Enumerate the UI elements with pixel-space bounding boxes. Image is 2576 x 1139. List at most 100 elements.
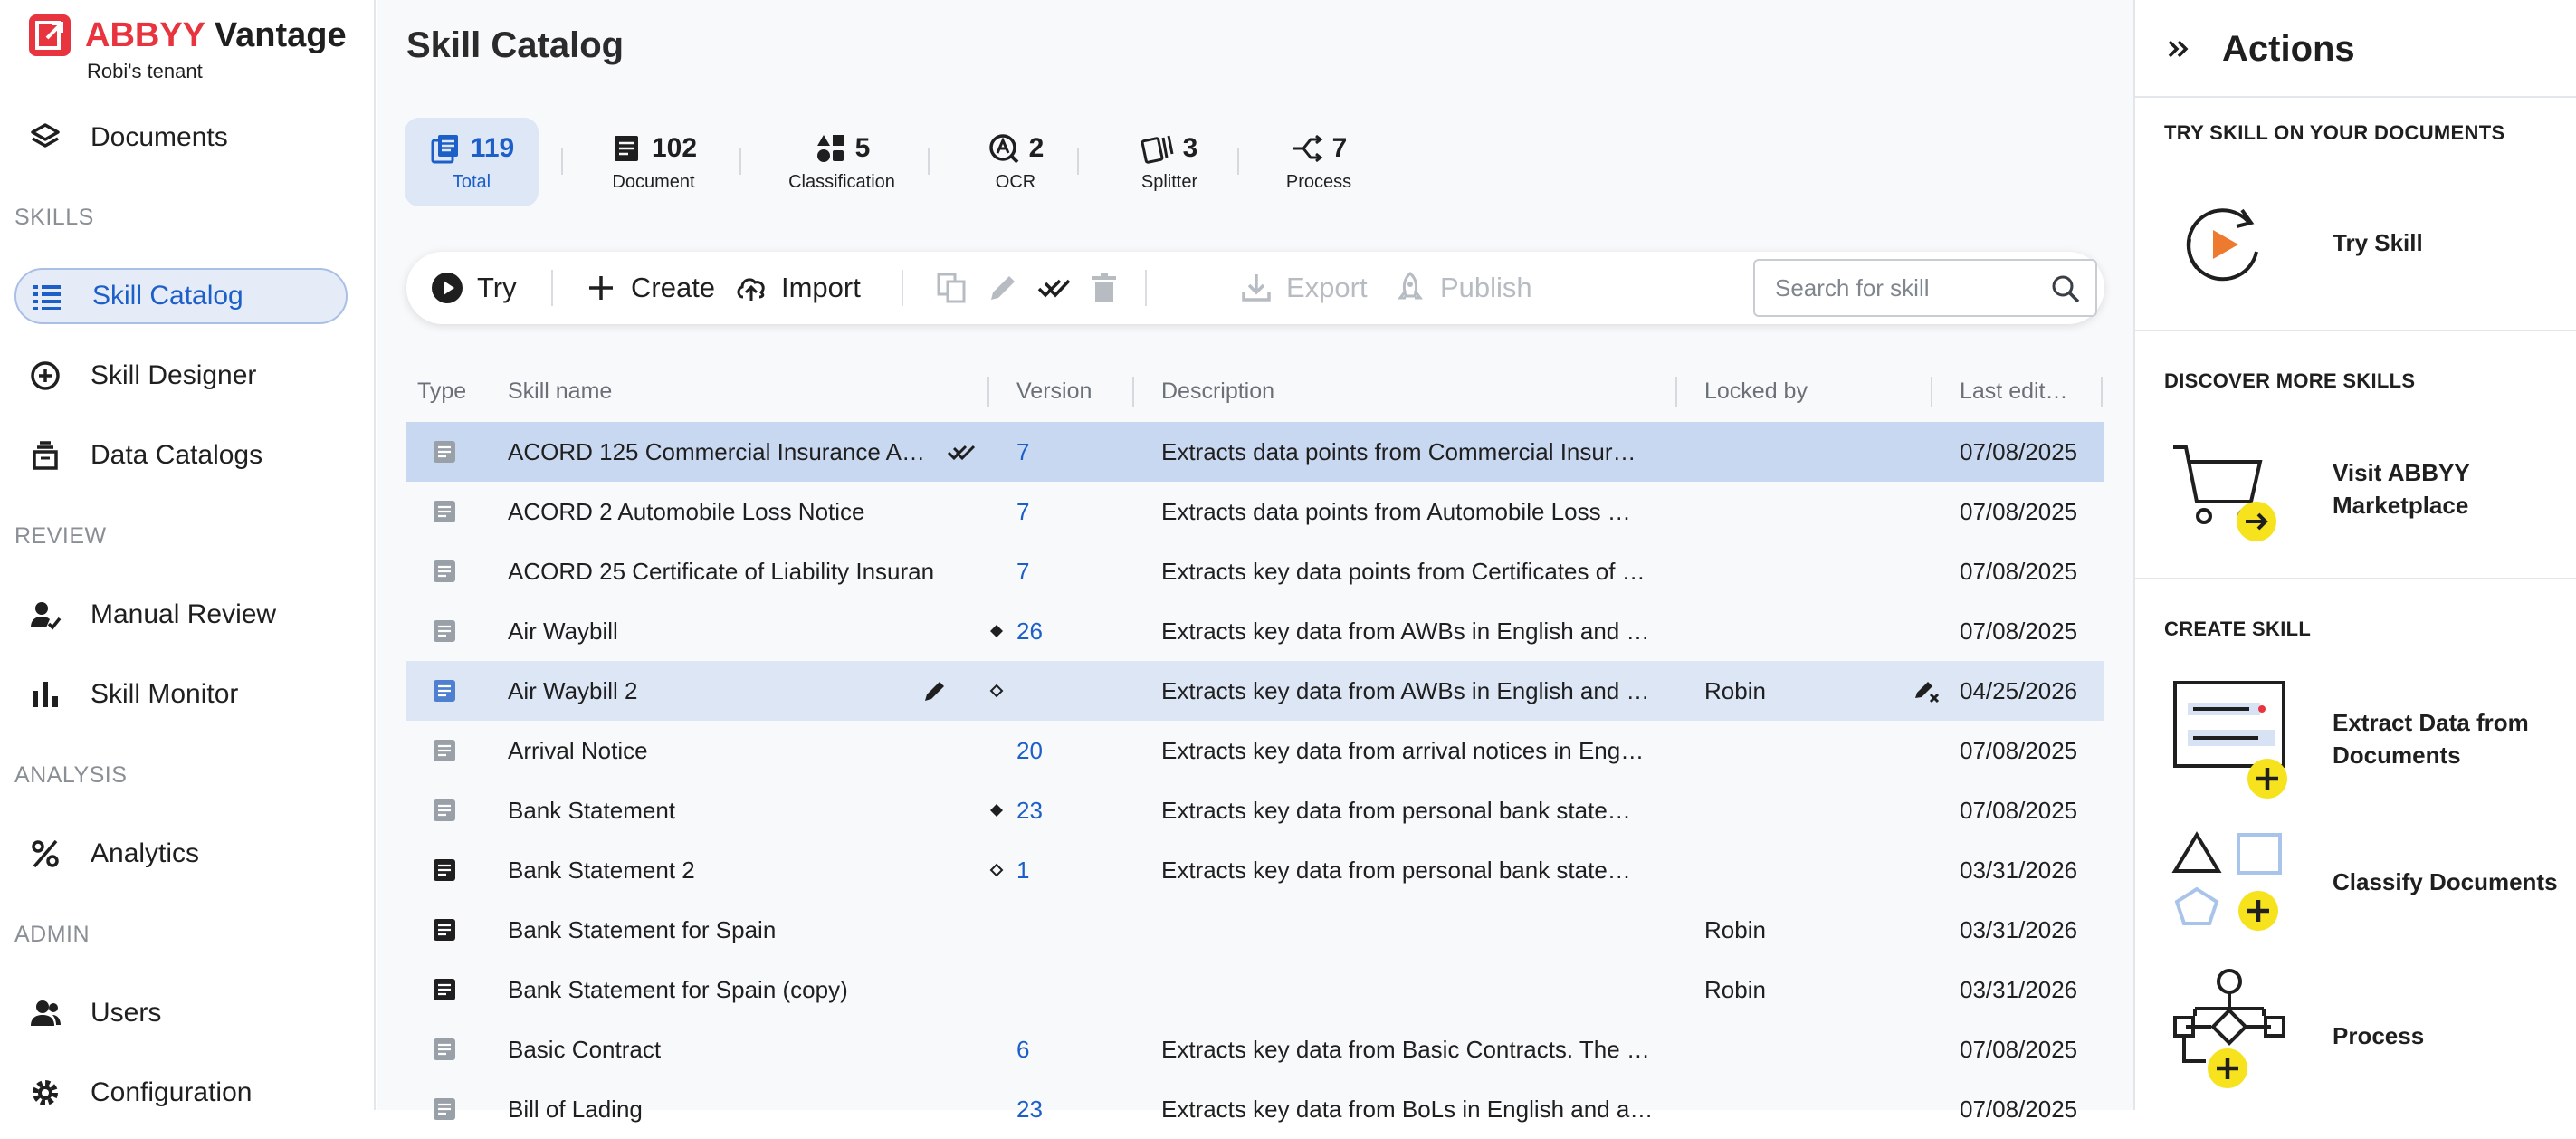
process-action[interactable]: Process: [2135, 963, 2576, 1099]
col-type[interactable]: Type: [417, 378, 466, 405]
version-cell[interactable]: 7: [1016, 498, 1107, 526]
table-row[interactable]: ACORD 125 Commercial Insurance A… 7 Extrac…: [406, 422, 2104, 482]
version-cell[interactable]: 7: [1016, 558, 1107, 586]
table-row[interactable]: Air Waybill 26 Extracts key data from AWBs…: [406, 601, 2104, 661]
stat-count: 3: [1182, 132, 1198, 163]
sidebar-item-manual-review[interactable]: Manual Review: [14, 587, 348, 643]
brand[interactable]: ABBYY Vantage: [27, 13, 347, 58]
col-resize-handle[interactable]: [2101, 377, 2103, 407]
col-description[interactable]: Description: [1161, 378, 1274, 405]
section-label-analysis: ANALYSIS: [14, 762, 128, 788]
tenant-name[interactable]: Robi's tenant: [87, 60, 203, 83]
sidebar-item-configuration[interactable]: Configuration: [14, 1065, 348, 1121]
skill-name-cell[interactable]: Bank Statement 2: [508, 857, 933, 885]
table-row[interactable]: Bank Statement for Spain (copy) Robin 03/3…: [406, 960, 2104, 1019]
stat-label: Splitter: [1140, 171, 1198, 192]
skill-name-cell[interactable]: Air Waybill: [508, 617, 933, 646]
skill-name-cell[interactable]: ACORD 2 Automobile Loss Notice: [508, 498, 933, 526]
table-row[interactable]: Basic Contract 6 Extracts key data from Ba…: [406, 1019, 2104, 1079]
classify-documents-label: Classify Documents: [2333, 868, 2558, 895]
extract-data-label: Extract Data from Documents: [2333, 706, 2529, 771]
try-skill-action[interactable]: Try Skill: [2135, 181, 2576, 308]
skill-name-cell[interactable]: Bank Statement for Spain: [508, 916, 933, 944]
visit-marketplace-action[interactable]: Visit ABBYY Marketplace: [2135, 426, 2576, 561]
percent-icon: [27, 836, 63, 872]
published-diamond-icon[interactable]: [982, 796, 1011, 825]
col-resize-handle[interactable]: [987, 377, 989, 407]
double-check-icon[interactable]: [947, 437, 976, 466]
copy-button[interactable]: [935, 252, 982, 324]
table-row[interactable]: ACORD 2 Automobile Loss Notice 7 Extracts …: [406, 482, 2104, 541]
skill-type-document-icon: [434, 979, 455, 1000]
sidebar-item-analytics[interactable]: Analytics: [14, 826, 348, 882]
version-cell[interactable]: 26: [1016, 617, 1107, 646]
edit-pencil-icon[interactable]: [921, 676, 949, 705]
stat-splitter[interactable]: 3 Splitter: [1115, 118, 1224, 206]
table-row[interactable]: Air Waybill 2 Extracts key data from AWBs…: [406, 661, 2104, 721]
sidebar-item-skill-monitor[interactable]: Skill Monitor: [14, 666, 348, 723]
stat-total[interactable]: 119 Total: [405, 118, 539, 206]
import-button[interactable]: Import: [734, 252, 861, 324]
main-content: Skill Catalog 119 Total 102 Document 5 C…: [377, 0, 2133, 1123]
abbyy-logo-icon: [29, 14, 71, 56]
export-label: Export: [1286, 272, 1368, 303]
version-cell[interactable]: 6: [1016, 1036, 1107, 1064]
delete-button[interactable]: [1087, 252, 1134, 324]
col-resize-handle[interactable]: [1931, 377, 1932, 407]
stat-process[interactable]: 7 Process: [1269, 118, 1369, 206]
skill-name-cell[interactable]: ACORD 25 Certificate of Liability Insura…: [508, 558, 933, 586]
col-resize-handle[interactable]: [1675, 377, 1677, 407]
col-skill-name[interactable]: Skill name: [508, 378, 612, 405]
version-cell[interactable]: 20: [1016, 737, 1107, 765]
skill-name-cell[interactable]: Arrival Notice: [508, 737, 933, 765]
search-icon[interactable]: [2050, 273, 2081, 304]
col-resize-handle[interactable]: [1132, 377, 1134, 407]
collapse-panel-icon[interactable]: [2162, 31, 2199, 67]
table-row[interactable]: ACORD 25 Certificate of Liability Insura…: [406, 541, 2104, 601]
stat-document[interactable]: 102 Document: [586, 118, 721, 206]
sidebar-item-label: Skill Catalog: [92, 281, 243, 311]
stat-classification[interactable]: 5 Classification: [765, 118, 919, 206]
draft-diamond-icon[interactable]: [982, 856, 1011, 885]
draft-diamond-icon[interactable]: [982, 676, 1011, 705]
version-cell[interactable]: 7: [1016, 438, 1107, 466]
table-row[interactable]: Arrival Notice 20 Extracts key data from a…: [406, 721, 2104, 780]
search-input[interactable]: Search for skill: [1753, 259, 2097, 317]
sidebar-item-documents[interactable]: Documents: [14, 110, 348, 166]
rocket-icon: [1398, 272, 1423, 300]
export-button[interactable]: Export: [1239, 252, 1368, 324]
col-last-edit[interactable]: Last edit…: [1960, 378, 2068, 405]
edit-button[interactable]: [986, 252, 1033, 324]
classify-documents-action[interactable]: Classify Documents: [2135, 824, 2576, 947]
skill-name-cell[interactable]: ACORD 125 Commercial Insurance A…: [508, 438, 933, 466]
table-row[interactable]: Bank Statement for Spain Robin 03/31/2026: [406, 900, 2104, 960]
table-row[interactable]: Bill of Lading 23 Extracts key data from B…: [406, 1079, 2104, 1139]
publish-button[interactable]: Publish: [1393, 252, 1532, 324]
col-version[interactable]: Version: [1016, 378, 1092, 405]
table-row[interactable]: Bank Statement 23 Extracts key data from p…: [406, 780, 2104, 840]
version-cell[interactable]: 1: [1016, 857, 1107, 885]
stat-ocr[interactable]: 2 OCR: [966, 118, 1065, 206]
user-check-icon: [27, 597, 63, 633]
col-locked-by[interactable]: Locked by: [1704, 378, 1808, 405]
sidebar-item-skill-catalog[interactable]: Skill Catalog: [14, 268, 348, 324]
sidebar-item-users[interactable]: Users: [14, 985, 348, 1041]
version-cell[interactable]: 23: [1016, 797, 1107, 825]
skill-name-cell[interactable]: Bank Statement: [508, 797, 933, 825]
double-check-icon: [1037, 279, 1071, 298]
create-section-label: CREATE SKILL: [2164, 617, 2312, 640]
edit-lock-icon[interactable]: [1913, 676, 1942, 705]
skill-name-cell[interactable]: Basic Contract: [508, 1036, 933, 1064]
skill-name-cell[interactable]: Air Waybill 2: [508, 677, 933, 705]
mark-button[interactable]: [1036, 252, 1083, 324]
try-button[interactable]: Try: [430, 252, 517, 324]
sidebar-item-skill-designer[interactable]: Skill Designer: [14, 348, 348, 404]
skill-name-cell[interactable]: Bank Statement for Spain (copy): [508, 976, 933, 1004]
extract-data-action[interactable]: Extract Data from Documents: [2135, 670, 2576, 806]
process-label: Process: [2333, 1022, 2425, 1049]
sidebar-item-data-catalogs[interactable]: Data Catalogs: [14, 427, 348, 483]
create-button[interactable]: Create: [584, 252, 715, 324]
stat-count: 119: [470, 132, 515, 163]
table-row[interactable]: Bank Statement 2 1 Extracts key data from …: [406, 840, 2104, 900]
published-diamond-icon[interactable]: [982, 617, 1011, 646]
